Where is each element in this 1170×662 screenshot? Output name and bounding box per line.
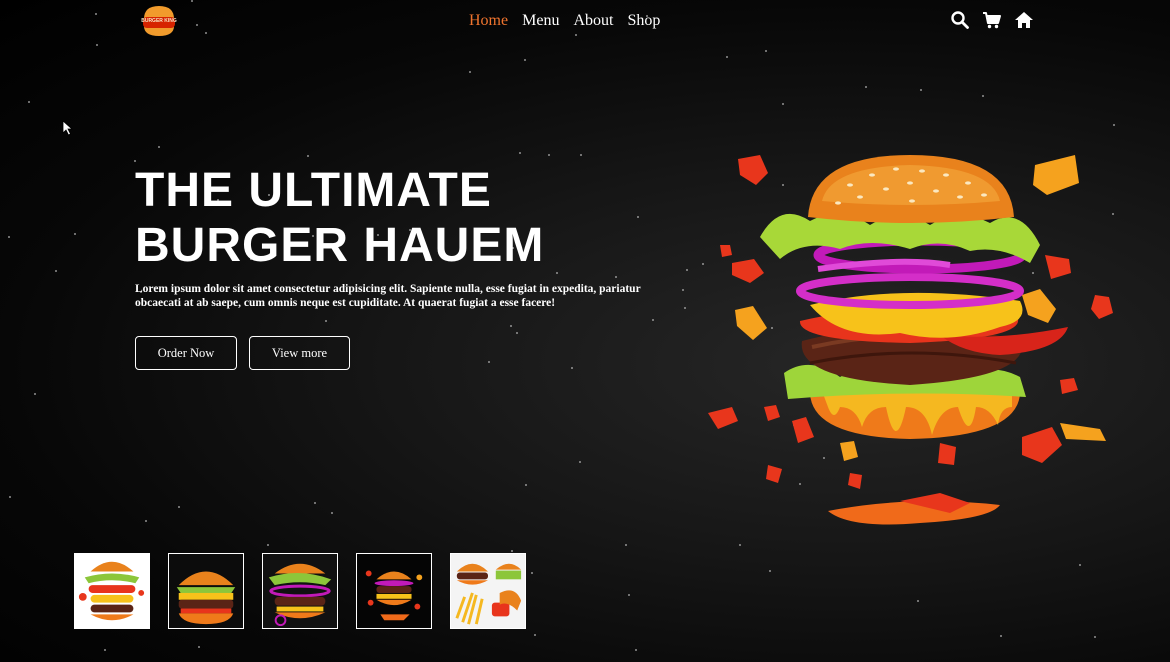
star-dot [488,361,490,363]
star-dot [652,319,654,321]
star-dot [615,276,617,278]
thumbnail-burger-with-fries[interactable] [450,553,526,629]
star-dot [782,103,784,105]
star-dot [920,89,922,91]
star-dot [9,496,11,498]
star-dot [865,86,867,88]
search-icon[interactable] [950,10,970,30]
star-dot [548,154,550,156]
star-dot [765,50,767,52]
star-dot [1113,124,1115,126]
star-dot [134,160,136,162]
cart-icon[interactable] [982,10,1002,30]
thumbnail-exploded-burger[interactable] [74,553,150,629]
star-dot [579,461,581,463]
hero-title: THE ULTIMATE BURGER HAUEM [135,164,545,272]
star-dot [8,236,10,238]
star-dot [580,154,582,156]
order-now-button[interactable]: Order Now [135,336,237,370]
hero-burger-image [708,155,1113,525]
star-dot [191,0,193,2]
star-dot [95,13,97,15]
star-dot [524,59,526,61]
mouse-cursor-icon [62,120,74,136]
nav-shop[interactable]: Shop [627,12,660,30]
main-nav: Home Menu About Shop [469,12,674,30]
star-dot [575,34,577,36]
star-dot [28,101,30,103]
home-icon[interactable] [1014,10,1034,30]
star-dot [686,269,688,271]
star-dot [769,570,771,572]
thumbnail-classic-burger[interactable] [168,553,244,629]
star-dot [55,270,57,272]
page: BURGER KING Home Menu About Shop THE ULT… [0,0,1170,662]
star-dot [1079,564,1081,566]
star-dot [34,393,36,395]
star-dot [314,502,316,504]
nav-menu[interactable]: Menu [522,12,559,30]
star-dot [571,367,573,369]
star-dot [917,600,919,602]
star-dot [196,24,198,26]
star-dot [635,649,637,651]
star-dot [178,506,180,508]
thumbnail-dark-burger[interactable] [356,553,432,629]
star-dot [511,550,513,552]
star-dot [682,289,684,291]
star-dot [205,32,207,34]
star-dot [726,56,728,58]
star-dot [267,544,269,546]
nav-about[interactable]: About [573,12,613,30]
star-dot [1094,636,1096,638]
star-dot [525,484,527,486]
star-dot [1000,635,1002,637]
star-dot [469,71,471,73]
view-more-button[interactable]: View more [249,336,350,370]
star-dot [307,155,309,157]
star-dot [516,332,518,334]
brand-logo[interactable]: BURGER KING [141,4,177,38]
star-dot [331,512,333,514]
nav-home[interactable]: Home [469,12,508,30]
star-dot [625,544,627,546]
star-dot [510,325,512,327]
logo-text: BURGER KING [141,18,177,24]
star-dot [96,44,98,46]
star-dot [74,233,76,235]
star-dot [158,146,160,148]
header-icons [950,10,1034,30]
thumbnail-flying-burger[interactable] [262,553,338,629]
star-dot [198,646,200,648]
hero-description: Lorem ipsum dolor sit amet consectetur a… [135,283,641,309]
star-dot [145,520,147,522]
star-dot [628,594,630,596]
star-dot [637,216,639,218]
star-dot [684,307,686,309]
star-dot [325,320,327,322]
star-dot [104,649,106,651]
star-dot [519,152,521,154]
star-dot [982,95,984,97]
star-dot [556,272,558,274]
star-dot [534,634,536,636]
star-dot [531,572,533,574]
